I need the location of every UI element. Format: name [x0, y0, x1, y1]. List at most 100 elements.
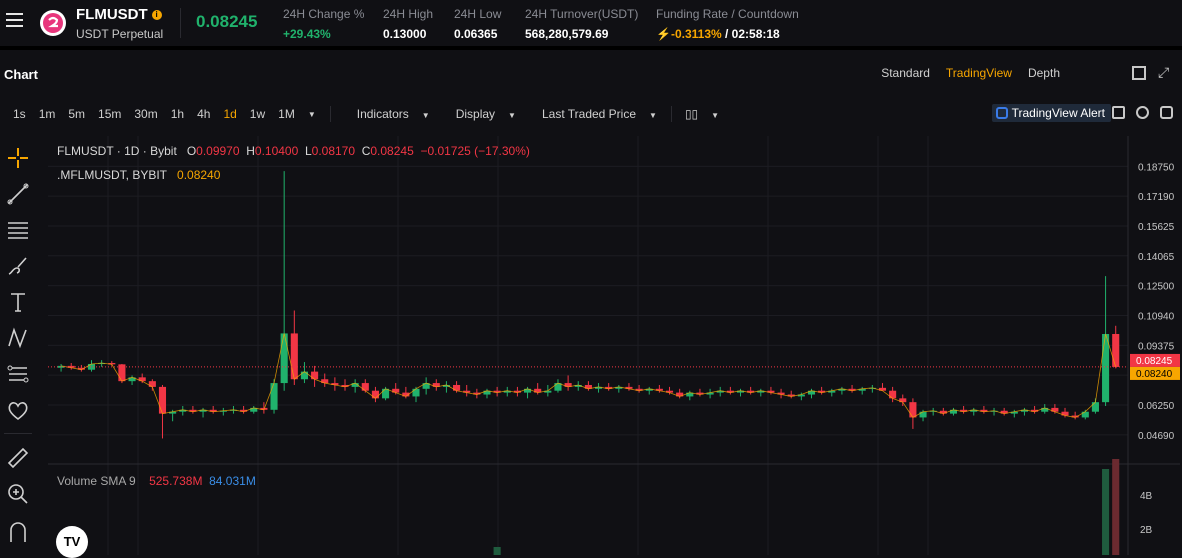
stat-label: Funding Rate / Countdown: [656, 7, 799, 21]
candle-body: [300, 371, 308, 380]
divider: [670, 106, 672, 122]
stat-value: 568,280,579.69: [525, 27, 609, 41]
alert-icon: [995, 107, 1008, 119]
ruler-icon[interactable]: [6, 446, 30, 470]
stat-label: 24H High: [383, 7, 434, 21]
ohlc-legend: FLMUSDT · 1D · Bybit O0.09970 H0.10400 L…: [57, 144, 530, 158]
volume-tick: 2B: [1140, 525, 1153, 536]
interval-15m[interactable]: 15m: [98, 107, 121, 121]
interval-1M[interactable]: 1M: [278, 107, 295, 121]
interval-1m[interactable]: 1m: [39, 107, 56, 121]
volume-label: Volume SMA 9: [57, 474, 136, 488]
horizontal-lines-icon[interactable]: [6, 218, 30, 242]
layout-grid-icon[interactable]: [1132, 66, 1146, 80]
interval-1d[interactable]: 1d: [223, 107, 236, 121]
candle-body: [909, 402, 917, 418]
close-value: 0.08245: [370, 144, 414, 158]
volume-bars: [493, 459, 1120, 555]
menu-label: Display: [455, 107, 496, 121]
candle-body: [290, 333, 298, 380]
candle-body: [453, 384, 461, 391]
chart-type-menu[interactable]: ▯▯ ▼: [685, 107, 719, 121]
camera-icon[interactable]: [1112, 106, 1125, 119]
ticker-header: FLMUSDT i USDT Perpetual 0.08245 24H Chan…: [0, 0, 1182, 50]
stat-24h-high: 24H High 0.13000: [383, 7, 433, 41]
interval-5m[interactable]: 5m: [68, 107, 85, 121]
forecast-icon[interactable]: [6, 362, 30, 386]
hamburger-menu-icon[interactable]: [6, 13, 23, 30]
divider: [329, 106, 331, 122]
divider: [4, 433, 32, 434]
change-value: −0.01725 (−17.30%): [420, 144, 530, 158]
volume-value: 525.738M: [149, 474, 203, 488]
interval-30m[interactable]: 30m: [134, 107, 157, 121]
candle-body: [919, 411, 927, 418]
info-icon[interactable]: i: [151, 10, 162, 21]
magnet-icon[interactable]: [6, 520, 30, 544]
grid: [48, 136, 1180, 555]
candle-body: [270, 383, 278, 410]
expand-icon[interactable]: [1160, 106, 1173, 119]
alert-label: TradingView Alert: [1011, 106, 1105, 120]
open-value: 0.09970: [196, 144, 240, 158]
price-tick: 0.15625: [1138, 222, 1175, 233]
pattern-icon[interactable]: [6, 326, 30, 350]
stat-24h-change: 24H Change % +29.43%: [283, 7, 364, 41]
tab-depth[interactable]: Depth: [1028, 66, 1060, 80]
divider: [180, 8, 181, 38]
stat-label: 24H Low: [454, 7, 502, 21]
volume-sma-value: 84.031M: [209, 474, 256, 488]
chevron-down-icon: ▼: [711, 111, 720, 120]
price-tick: 0.09375: [1138, 341, 1175, 352]
text-icon[interactable]: [6, 290, 30, 314]
interval-1w[interactable]: 1w: [250, 107, 265, 121]
indicators-menu[interactable]: Indicators ▼: [344, 107, 430, 121]
candlestick-chart[interactable]: 0.18750 0.17190 0.15625 0.14065 0.12500 0.109…: [48, 136, 1180, 555]
fullscreen-icon[interactable]: ⤢: [1158, 64, 1169, 81]
mark-label: .MFLMUSDT, BYBIT: [57, 168, 168, 182]
tab-tradingview[interactable]: TradingView: [946, 66, 1012, 80]
candle-body: [412, 388, 420, 397]
tradingview-logo[interactable]: TV: [56, 526, 88, 558]
stat-24h-low: 24H Low 0.06365: [454, 7, 501, 41]
interval-1h[interactable]: 1h: [171, 107, 184, 121]
display-menu[interactable]: Display ▼: [443, 107, 516, 121]
candle-body: [371, 390, 379, 399]
volume-bar: [1102, 469, 1110, 555]
zoom-in-icon[interactable]: [6, 482, 30, 506]
stat-24h-turnover: 24H Turnover(USDT) 568,280,579.69: [525, 7, 638, 41]
tradingview-alert-button[interactable]: TradingView Alert: [991, 104, 1111, 122]
brush-icon[interactable]: [6, 254, 30, 278]
interval-dropdown-icon[interactable]: ▼: [308, 110, 316, 119]
price-tick: 0.10940: [1138, 311, 1175, 322]
tab-standard[interactable]: Standard: [881, 66, 930, 80]
volume-bar: [1112, 459, 1120, 555]
menu-label: Last Traded Price: [541, 107, 637, 121]
stat-value: 0.13000: [383, 27, 427, 41]
chevron-down-icon: ▼: [508, 111, 516, 120]
open-label: O: [186, 144, 197, 158]
settings-icon[interactable]: [1136, 106, 1149, 119]
price-tick: 0.12500: [1138, 282, 1175, 293]
heart-icon[interactable]: [6, 398, 30, 422]
volume-tick: 4B: [1140, 491, 1153, 502]
trendline-icon[interactable]: [6, 182, 30, 206]
stat-label: 24H Turnover(USDT): [525, 7, 639, 21]
menu-label: Indicators: [356, 107, 409, 121]
high-value: 0.10400: [254, 144, 299, 158]
crosshair-icon[interactable]: [6, 146, 30, 170]
contract-type: USDT Perpetual: [76, 27, 164, 41]
stat-value: 0.06365: [454, 27, 498, 41]
last-price: 0.08245: [196, 12, 258, 31]
price-axis: 0.18750 0.17190 0.15625 0.14065 0.12500 0.109…: [1130, 162, 1180, 536]
last-price-tag-text: 0.08245: [1136, 356, 1173, 367]
interval-4h[interactable]: 4h: [197, 107, 210, 121]
low-label: L: [304, 144, 312, 158]
funding-rate: -0.3113%: [670, 27, 722, 41]
interval-1s[interactable]: 1s: [13, 107, 26, 121]
mark-price-tag-text: 0.08240: [1136, 369, 1173, 380]
symbol-title[interactable]: FLMUSDT i: [76, 6, 162, 23]
price-source-menu[interactable]: Last Traded Price ▼: [529, 107, 657, 121]
candle-body: [382, 388, 390, 399]
candle-body: [148, 381, 156, 387]
